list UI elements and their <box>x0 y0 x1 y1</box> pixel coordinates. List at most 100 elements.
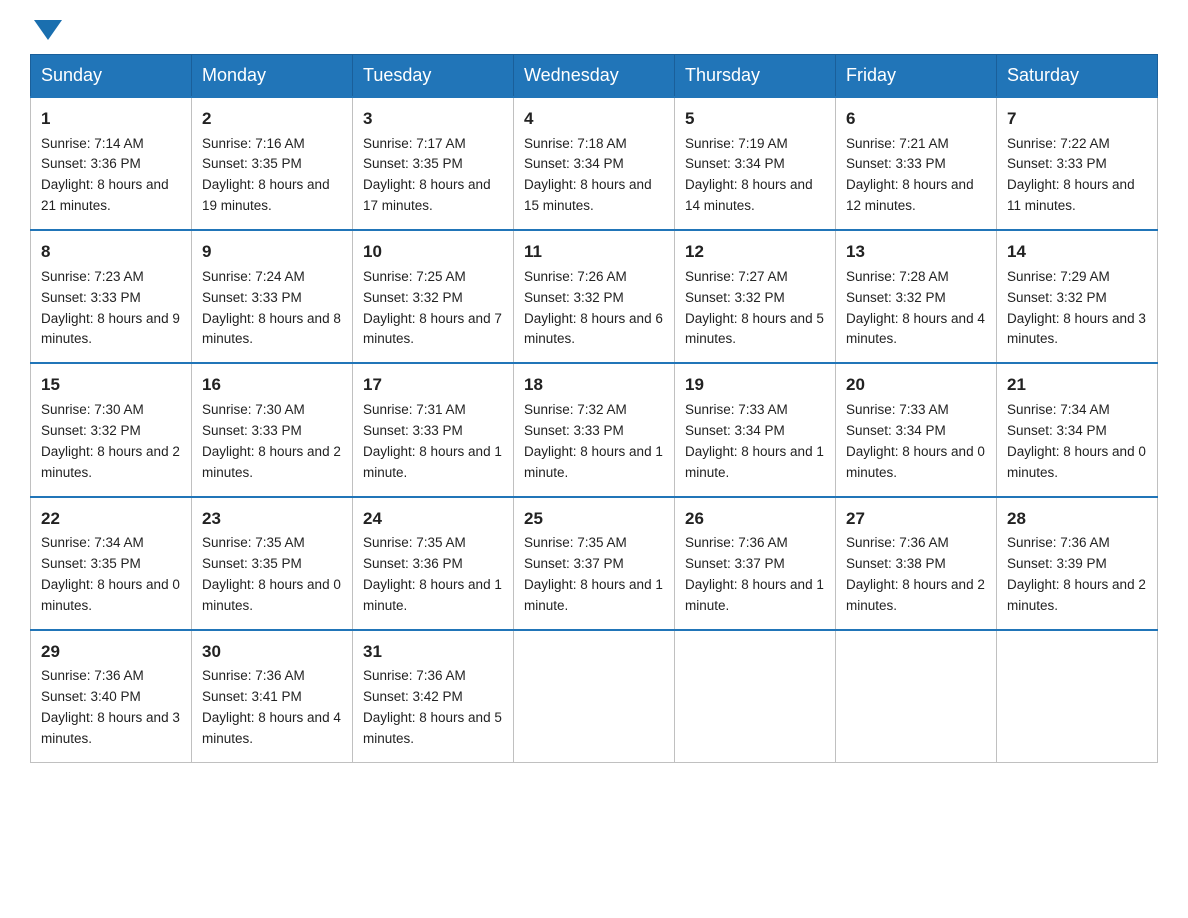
day-number: 29 <box>41 639 181 665</box>
day-info: Sunrise: 7:35 AMSunset: 3:37 PMDaylight:… <box>524 535 663 613</box>
calendar-cell: 6 Sunrise: 7:21 AMSunset: 3:33 PMDayligh… <box>836 97 997 230</box>
weekday-header-sunday: Sunday <box>31 55 192 98</box>
day-info: Sunrise: 7:35 AMSunset: 3:35 PMDaylight:… <box>202 535 341 613</box>
day-info: Sunrise: 7:36 AMSunset: 3:40 PMDaylight:… <box>41 668 180 746</box>
day-number: 17 <box>363 372 503 398</box>
weekday-header-saturday: Saturday <box>997 55 1158 98</box>
day-info: Sunrise: 7:14 AMSunset: 3:36 PMDaylight:… <box>41 136 169 214</box>
day-info: Sunrise: 7:30 AMSunset: 3:32 PMDaylight:… <box>41 402 180 480</box>
logo-triangle-icon <box>34 20 62 40</box>
calendar-cell: 2 Sunrise: 7:16 AMSunset: 3:35 PMDayligh… <box>192 97 353 230</box>
day-number: 23 <box>202 506 342 532</box>
day-number: 25 <box>524 506 664 532</box>
day-number: 13 <box>846 239 986 265</box>
day-info: Sunrise: 7:36 AMSunset: 3:38 PMDaylight:… <box>846 535 985 613</box>
calendar-cell: 22 Sunrise: 7:34 AMSunset: 3:35 PMDaylig… <box>31 497 192 630</box>
calendar-week-row: 8 Sunrise: 7:23 AMSunset: 3:33 PMDayligh… <box>31 230 1158 363</box>
day-info: Sunrise: 7:27 AMSunset: 3:32 PMDaylight:… <box>685 269 824 347</box>
day-info: Sunrise: 7:21 AMSunset: 3:33 PMDaylight:… <box>846 136 974 214</box>
logo <box>30 28 62 40</box>
calendar-cell: 10 Sunrise: 7:25 AMSunset: 3:32 PMDaylig… <box>353 230 514 363</box>
day-info: Sunrise: 7:23 AMSunset: 3:33 PMDaylight:… <box>41 269 180 347</box>
day-number: 21 <box>1007 372 1147 398</box>
calendar-cell: 11 Sunrise: 7:26 AMSunset: 3:32 PMDaylig… <box>514 230 675 363</box>
calendar-cell: 16 Sunrise: 7:30 AMSunset: 3:33 PMDaylig… <box>192 363 353 496</box>
calendar-cell: 15 Sunrise: 7:30 AMSunset: 3:32 PMDaylig… <box>31 363 192 496</box>
weekday-header-row: SundayMondayTuesdayWednesdayThursdayFrid… <box>31 55 1158 98</box>
weekday-header-tuesday: Tuesday <box>353 55 514 98</box>
calendar-cell: 1 Sunrise: 7:14 AMSunset: 3:36 PMDayligh… <box>31 97 192 230</box>
day-number: 2 <box>202 106 342 132</box>
calendar-cell: 28 Sunrise: 7:36 AMSunset: 3:39 PMDaylig… <box>997 497 1158 630</box>
calendar-cell: 4 Sunrise: 7:18 AMSunset: 3:34 PMDayligh… <box>514 97 675 230</box>
calendar-week-row: 1 Sunrise: 7:14 AMSunset: 3:36 PMDayligh… <box>31 97 1158 230</box>
day-number: 30 <box>202 639 342 665</box>
calendar-cell <box>514 630 675 763</box>
day-info: Sunrise: 7:35 AMSunset: 3:36 PMDaylight:… <box>363 535 502 613</box>
calendar-cell: 29 Sunrise: 7:36 AMSunset: 3:40 PMDaylig… <box>31 630 192 763</box>
calendar-cell: 3 Sunrise: 7:17 AMSunset: 3:35 PMDayligh… <box>353 97 514 230</box>
day-number: 10 <box>363 239 503 265</box>
day-number: 8 <box>41 239 181 265</box>
day-number: 16 <box>202 372 342 398</box>
day-info: Sunrise: 7:30 AMSunset: 3:33 PMDaylight:… <box>202 402 341 480</box>
day-info: Sunrise: 7:29 AMSunset: 3:32 PMDaylight:… <box>1007 269 1146 347</box>
day-number: 20 <box>846 372 986 398</box>
calendar-cell: 19 Sunrise: 7:33 AMSunset: 3:34 PMDaylig… <box>675 363 836 496</box>
day-info: Sunrise: 7:33 AMSunset: 3:34 PMDaylight:… <box>846 402 985 480</box>
calendar-cell: 18 Sunrise: 7:32 AMSunset: 3:33 PMDaylig… <box>514 363 675 496</box>
calendar-cell: 30 Sunrise: 7:36 AMSunset: 3:41 PMDaylig… <box>192 630 353 763</box>
calendar-cell <box>997 630 1158 763</box>
day-number: 9 <box>202 239 342 265</box>
calendar-cell <box>836 630 997 763</box>
day-info: Sunrise: 7:17 AMSunset: 3:35 PMDaylight:… <box>363 136 491 214</box>
calendar-cell: 17 Sunrise: 7:31 AMSunset: 3:33 PMDaylig… <box>353 363 514 496</box>
day-info: Sunrise: 7:33 AMSunset: 3:34 PMDaylight:… <box>685 402 824 480</box>
day-number: 24 <box>363 506 503 532</box>
day-info: Sunrise: 7:18 AMSunset: 3:34 PMDaylight:… <box>524 136 652 214</box>
day-info: Sunrise: 7:36 AMSunset: 3:41 PMDaylight:… <box>202 668 341 746</box>
calendar-cell: 12 Sunrise: 7:27 AMSunset: 3:32 PMDaylig… <box>675 230 836 363</box>
day-number: 1 <box>41 106 181 132</box>
day-number: 26 <box>685 506 825 532</box>
day-info: Sunrise: 7:16 AMSunset: 3:35 PMDaylight:… <box>202 136 330 214</box>
calendar-week-row: 22 Sunrise: 7:34 AMSunset: 3:35 PMDaylig… <box>31 497 1158 630</box>
calendar-cell: 31 Sunrise: 7:36 AMSunset: 3:42 PMDaylig… <box>353 630 514 763</box>
day-number: 6 <box>846 106 986 132</box>
calendar-cell: 24 Sunrise: 7:35 AMSunset: 3:36 PMDaylig… <box>353 497 514 630</box>
weekday-header-friday: Friday <box>836 55 997 98</box>
calendar-cell: 26 Sunrise: 7:36 AMSunset: 3:37 PMDaylig… <box>675 497 836 630</box>
day-info: Sunrise: 7:34 AMSunset: 3:34 PMDaylight:… <box>1007 402 1146 480</box>
calendar-week-row: 29 Sunrise: 7:36 AMSunset: 3:40 PMDaylig… <box>31 630 1158 763</box>
day-info: Sunrise: 7:28 AMSunset: 3:32 PMDaylight:… <box>846 269 985 347</box>
calendar-cell: 27 Sunrise: 7:36 AMSunset: 3:38 PMDaylig… <box>836 497 997 630</box>
day-info: Sunrise: 7:36 AMSunset: 3:39 PMDaylight:… <box>1007 535 1146 613</box>
calendar-cell: 25 Sunrise: 7:35 AMSunset: 3:37 PMDaylig… <box>514 497 675 630</box>
calendar-week-row: 15 Sunrise: 7:30 AMSunset: 3:32 PMDaylig… <box>31 363 1158 496</box>
day-info: Sunrise: 7:19 AMSunset: 3:34 PMDaylight:… <box>685 136 813 214</box>
day-info: Sunrise: 7:36 AMSunset: 3:42 PMDaylight:… <box>363 668 502 746</box>
calendar-cell: 9 Sunrise: 7:24 AMSunset: 3:33 PMDayligh… <box>192 230 353 363</box>
day-info: Sunrise: 7:31 AMSunset: 3:33 PMDaylight:… <box>363 402 502 480</box>
calendar-table: SundayMondayTuesdayWednesdayThursdayFrid… <box>30 54 1158 763</box>
day-number: 27 <box>846 506 986 532</box>
day-number: 22 <box>41 506 181 532</box>
calendar-cell: 8 Sunrise: 7:23 AMSunset: 3:33 PMDayligh… <box>31 230 192 363</box>
day-info: Sunrise: 7:36 AMSunset: 3:37 PMDaylight:… <box>685 535 824 613</box>
day-info: Sunrise: 7:25 AMSunset: 3:32 PMDaylight:… <box>363 269 502 347</box>
weekday-header-thursday: Thursday <box>675 55 836 98</box>
calendar-cell: 14 Sunrise: 7:29 AMSunset: 3:32 PMDaylig… <box>997 230 1158 363</box>
day-info: Sunrise: 7:34 AMSunset: 3:35 PMDaylight:… <box>41 535 180 613</box>
day-info: Sunrise: 7:24 AMSunset: 3:33 PMDaylight:… <box>202 269 341 347</box>
weekday-header-monday: Monday <box>192 55 353 98</box>
day-number: 15 <box>41 372 181 398</box>
day-number: 7 <box>1007 106 1147 132</box>
day-info: Sunrise: 7:32 AMSunset: 3:33 PMDaylight:… <box>524 402 663 480</box>
weekday-header-wednesday: Wednesday <box>514 55 675 98</box>
calendar-cell: 5 Sunrise: 7:19 AMSunset: 3:34 PMDayligh… <box>675 97 836 230</box>
day-number: 28 <box>1007 506 1147 532</box>
day-info: Sunrise: 7:22 AMSunset: 3:33 PMDaylight:… <box>1007 136 1135 214</box>
day-number: 12 <box>685 239 825 265</box>
day-number: 14 <box>1007 239 1147 265</box>
day-number: 31 <box>363 639 503 665</box>
